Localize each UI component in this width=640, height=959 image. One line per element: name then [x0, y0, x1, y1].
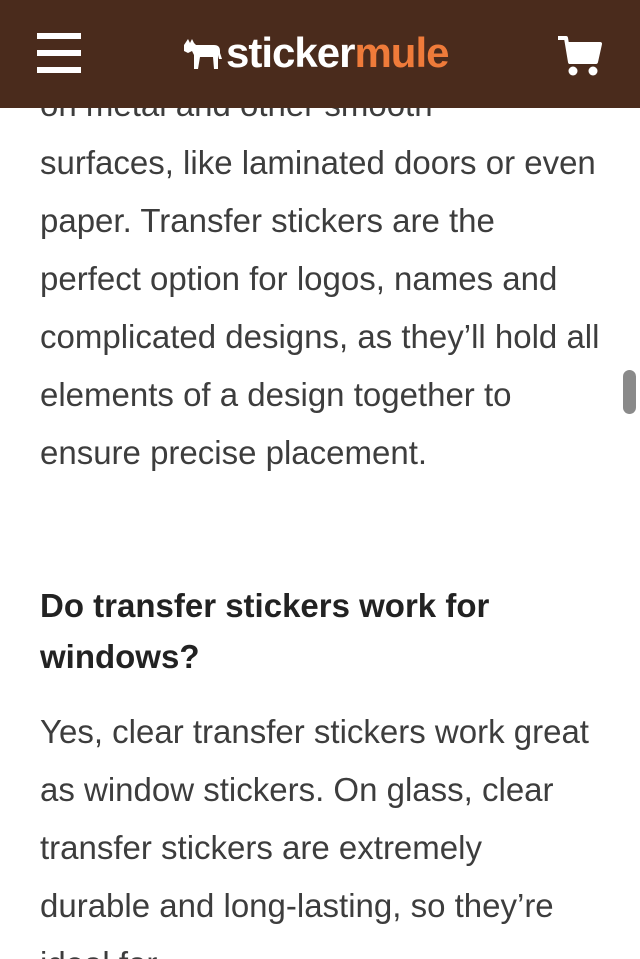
stickermule-logo[interactable]: stickermule: [180, 28, 449, 78]
logo-word-sticker: sticker: [226, 29, 355, 76]
site-header: stickermule: [0, 0, 640, 108]
logo-word-mule: mule: [354, 29, 449, 76]
shopping-cart-icon[interactable]: [556, 34, 604, 78]
paragraph-transfer-surfaces: surfaces, like laminated doors or even p…: [40, 144, 600, 471]
paragraph-window-answer: Yes, clear transfer stickers work great …: [40, 713, 589, 959]
mule-logo-icon: [184, 39, 222, 69]
faq-heading-windows: Do transfer stickers work for windows?: [40, 587, 490, 675]
hamburger-menu-icon[interactable]: [37, 33, 81, 73]
page-viewport: stickermule on metal and other smooth su…: [0, 0, 640, 959]
scroll-indicator[interactable]: [623, 370, 636, 414]
